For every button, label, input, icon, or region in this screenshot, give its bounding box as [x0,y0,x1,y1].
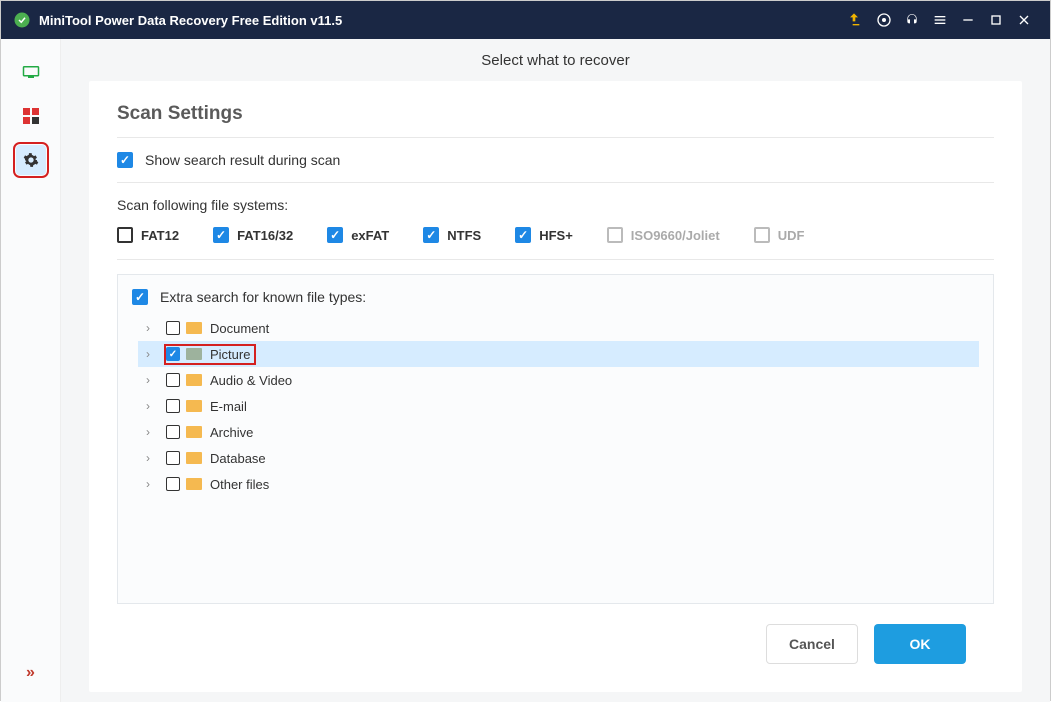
cancel-button[interactable]: Cancel [766,624,858,664]
tree-checkbox[interactable] [166,373,180,387]
tree-checkbox[interactable] [166,399,180,413]
page-subtitle: Select what to recover [61,39,1050,81]
tree-item-document[interactable]: › Document [138,315,979,341]
maximize-icon[interactable] [982,6,1010,34]
menu-icon[interactable] [926,6,954,34]
app-icon [13,11,31,29]
content: Scan Settings Show search result during … [89,81,1022,692]
option-show-results-row: Show search result during scan [117,138,994,183]
fs-checkbox[interactable] [213,227,229,243]
chevron-right-icon[interactable]: › [146,373,162,387]
fs-label: exFAT [351,228,389,243]
tree-checkbox[interactable] [166,347,180,361]
titlebar: MiniTool Power Data Recovery Free Editio… [1,1,1050,39]
show-results-label: Show search result during scan [145,152,340,168]
chevron-right-icon[interactable]: › [146,399,162,413]
ok-button[interactable]: OK [874,624,966,664]
tree-item-database[interactable]: › Database [138,445,979,471]
sidebar: » [1,39,61,702]
close-icon[interactable] [1010,6,1038,34]
minimize-icon[interactable] [954,6,982,34]
fs-item-hfs: HFS+ [515,227,573,243]
chevron-right-icon[interactable]: › [146,477,162,491]
footer: Cancel OK [117,604,994,674]
folder-icon [186,322,202,334]
fs-label: NTFS [447,228,481,243]
tree-checkbox[interactable] [166,321,180,335]
chevron-right-icon[interactable]: › [146,451,162,465]
fs-checkbox [607,227,623,243]
fs-item-fat1632: FAT16/32 [213,227,293,243]
fs-checkbox[interactable] [423,227,439,243]
sidebar-expand-icon[interactable]: » [26,664,35,682]
extra-search-box: Extra search for known file types: › Docu… [117,274,994,604]
folder-icon [186,452,202,464]
tree-item-otherfiles[interactable]: › Other files [138,471,979,497]
fs-item-udf: UDF [754,227,805,243]
support-icon[interactable] [898,6,926,34]
show-results-checkbox[interactable] [117,152,133,168]
fs-checkbox[interactable] [327,227,343,243]
tree-checkbox[interactable] [166,425,180,439]
sidebar-item-apps[interactable] [16,101,46,131]
upgrade-icon[interactable] [842,6,870,34]
fs-label: FAT16/32 [237,228,293,243]
sidebar-item-recovery[interactable] [16,57,46,87]
chevron-right-icon[interactable]: › [146,347,162,361]
disc-icon[interactable] [870,6,898,34]
tree-label: Archive [210,425,253,440]
fs-label: FAT12 [141,228,179,243]
fs-label: ISO9660/Joliet [631,228,720,243]
tree-label: Document [210,321,269,336]
tree-label: E-mail [210,399,247,414]
folder-icon [186,348,202,360]
tree-checkbox[interactable] [166,451,180,465]
page-title: Scan Settings [117,103,994,138]
folder-icon [186,426,202,438]
sidebar-item-settings[interactable] [16,145,46,175]
folder-icon [186,374,202,386]
fs-checkbox [754,227,770,243]
tree-label: Other files [210,477,269,492]
fs-item-ntfs: NTFS [423,227,481,243]
folder-icon [186,400,202,412]
fs-label: UDF [778,228,805,243]
tree-checkbox[interactable] [166,477,180,491]
tree-label: Audio & Video [210,373,292,388]
tree-item-highlight: Picture [166,346,254,363]
tree-label: Database [210,451,266,466]
fs-label: HFS+ [539,228,573,243]
tree-label: Picture [210,347,250,362]
chevron-right-icon[interactable]: › [146,425,162,439]
extra-search-checkbox[interactable] [132,289,148,305]
extra-search-label: Extra search for known file types: [160,289,366,305]
filesystem-title: Scan following file systems: [117,197,994,213]
tree-item-archive[interactable]: › Archive [138,419,979,445]
chevron-right-icon[interactable]: › [146,321,162,335]
window-title: MiniTool Power Data Recovery Free Editio… [39,13,842,28]
filesystem-group: Scan following file systems: FAT12 FAT16/… [117,183,994,260]
tree-item-audiovideo[interactable]: › Audio & Video [138,367,979,393]
fs-item-fat12: FAT12 [117,227,179,243]
fs-item-iso9660joliet: ISO9660/Joliet [607,227,720,243]
folder-icon [186,478,202,490]
fs-checkbox[interactable] [515,227,531,243]
main: Select what to recover Scan Settings Sho… [61,39,1050,702]
fs-checkbox[interactable] [117,227,133,243]
tree-item-picture[interactable]: › Picture [138,341,979,367]
tree-item-email[interactable]: › E-mail [138,393,979,419]
filetype-tree: › Document › Picture › Audio & Video › E-mail › A… [132,315,979,497]
fs-item-exfat: exFAT [327,227,389,243]
